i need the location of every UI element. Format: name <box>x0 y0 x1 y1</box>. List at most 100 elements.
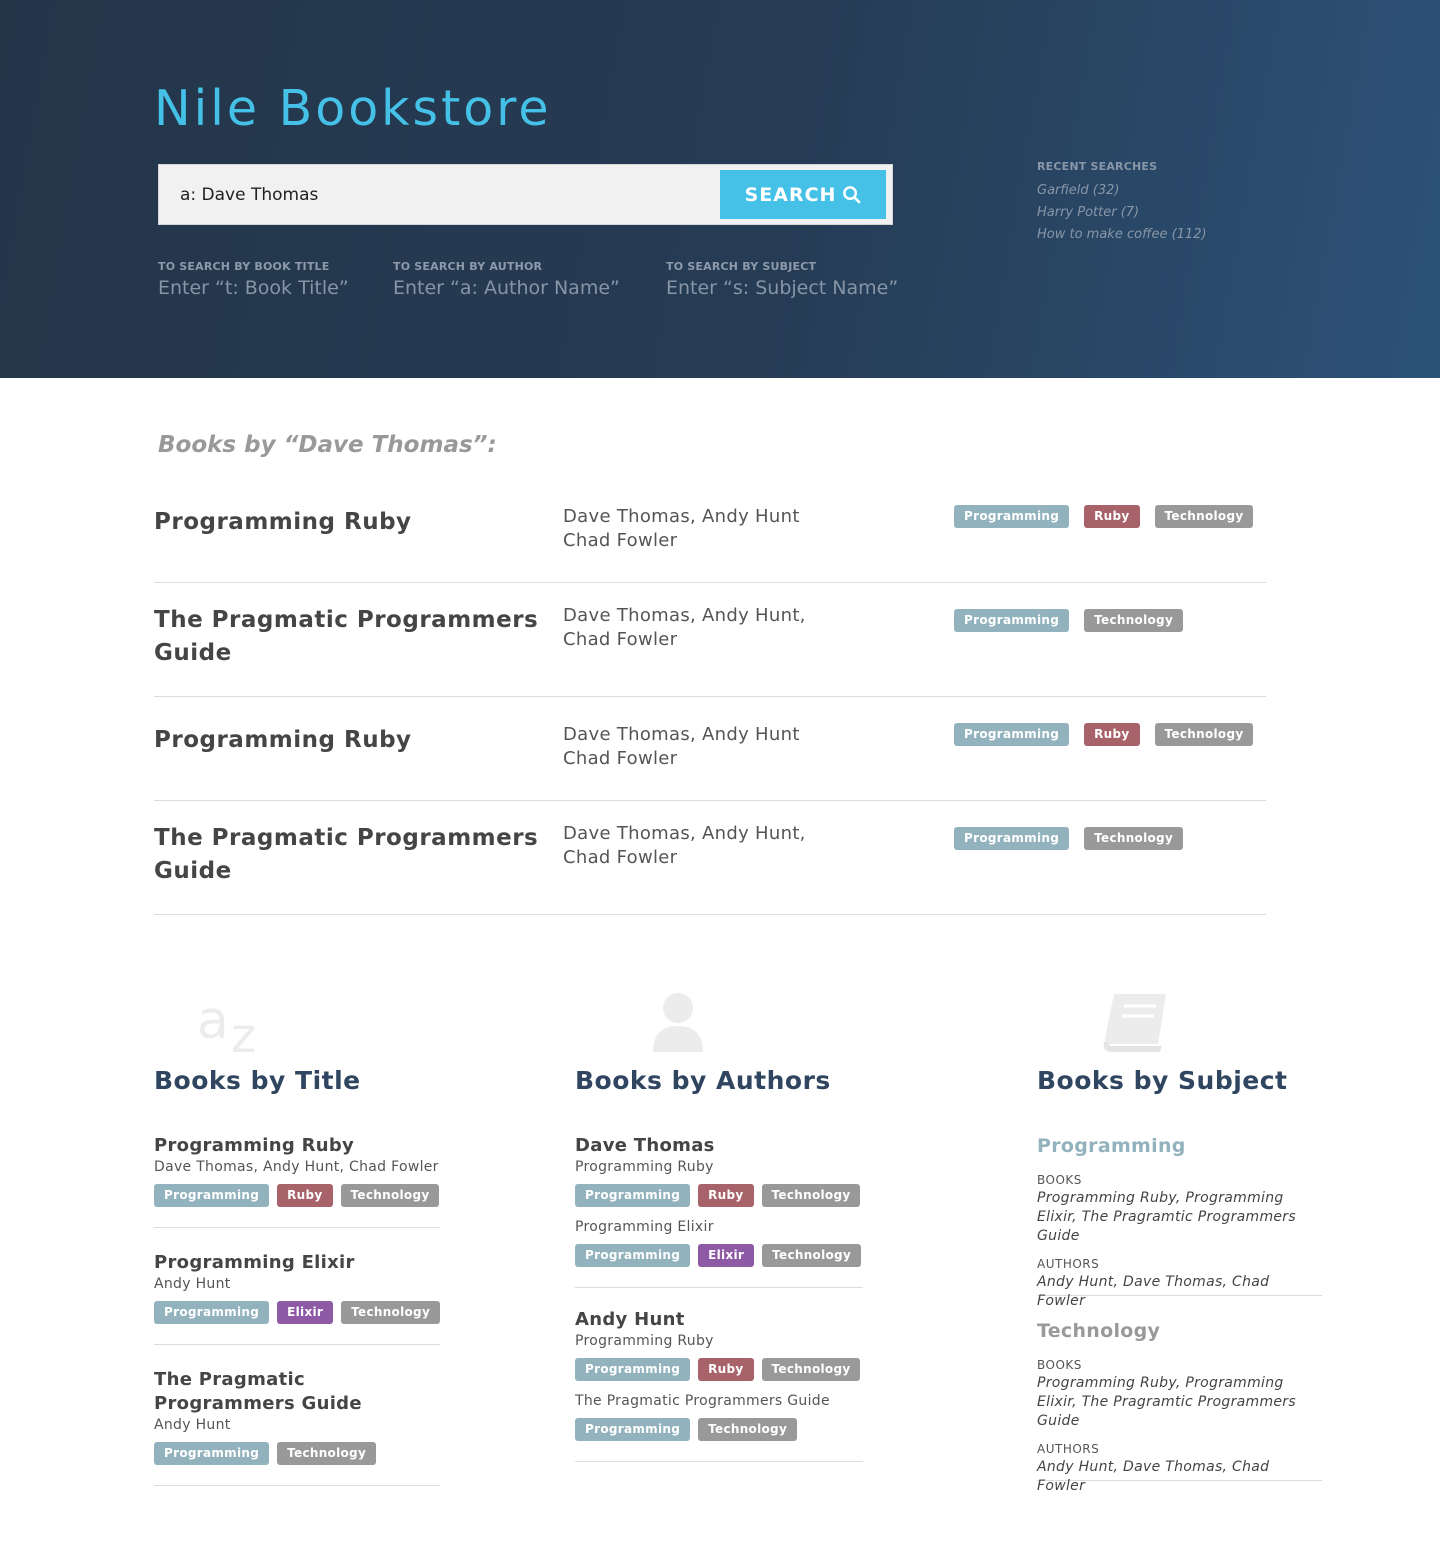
author-list-item[interactable]: Andy Hunt Programming Ruby Programming R… <box>575 1308 863 1462</box>
tag-ruby[interactable]: Ruby <box>698 1184 754 1207</box>
result-tags: Programming Technology <box>954 609 1184 632</box>
book-title[interactable]: Programming Ruby <box>154 1134 440 1158</box>
result-authors: Dave Thomas, Andy Hunt, Chad Fowler <box>563 822 863 870</box>
tag-programming[interactable]: Programming <box>575 1358 691 1381</box>
tag-programming[interactable]: Programming <box>154 1184 270 1207</box>
tag-technology[interactable]: Technology <box>1154 723 1254 746</box>
subject-title[interactable]: Technology <box>1037 1318 1322 1344</box>
user-icon <box>653 993 703 1052</box>
tag-technology[interactable]: Technology <box>761 1358 861 1381</box>
tag-programming[interactable]: Programming <box>954 609 1070 632</box>
hint-label: TO SEARCH BY AUTHOR <box>393 260 543 273</box>
recent-searches: RECENT SEARCHES Garfield (32) Harry Pott… <box>1037 160 1207 246</box>
result-row[interactable]: Programming Ruby Dave Thomas, Andy Hunt … <box>154 490 1266 583</box>
header: Nile Bookstore SEARCH TO SEARCH BY BOOK … <box>0 0 1440 378</box>
tag-programming[interactable]: Programming <box>954 827 1070 850</box>
subject-authors-label: AUTHORS <box>1037 1257 1100 1271</box>
tag-technology[interactable]: Technology <box>698 1418 798 1441</box>
subject-books: Programming Ruby, Programming Elixir, Th… <box>1037 1190 1296 1244</box>
tag-programming[interactable]: Programming <box>154 1301 270 1324</box>
tag-technology[interactable]: Technology <box>762 1244 862 1267</box>
title-list-item[interactable]: The Pragmatic Programmers Guide Andy Hun… <box>154 1368 440 1486</box>
book-tags: Programming Ruby Technology <box>575 1358 863 1381</box>
author-book-title[interactable]: Programming Ruby <box>575 1158 863 1177</box>
hint-text: Enter “a: Author Name” <box>393 277 620 299</box>
tag-programming[interactable]: Programming <box>575 1418 691 1441</box>
hint-subject: TO SEARCH BY SUBJECT Enter “s: Subject N… <box>666 260 898 299</box>
tag-ruby[interactable]: Ruby <box>1084 723 1140 746</box>
books-by-title-heading: Books by Title <box>154 1066 361 1095</box>
az-icon: a z <box>197 994 256 1054</box>
book-tags: Programming Elixir Technology <box>575 1244 863 1267</box>
title-list-item[interactable]: Programming Ruby Dave Thomas, Andy Hunt,… <box>154 1134 440 1228</box>
result-title[interactable]: The Pragmatic Programmers Guide <box>154 822 544 888</box>
book-title[interactable]: Programming Elixir <box>154 1251 440 1275</box>
subject-block: Technology BOOKS Programming Ruby, Progr… <box>1037 1318 1322 1494</box>
hint-label: TO SEARCH BY SUBJECT <box>666 260 817 273</box>
books-by-subject-heading: Books by Subject <box>1037 1066 1288 1095</box>
tag-elixir[interactable]: Elixir <box>277 1301 334 1324</box>
tag-technology[interactable]: Technology <box>340 1184 440 1207</box>
tag-ruby[interactable]: Ruby <box>1084 505 1140 528</box>
tag-programming[interactable]: Programming <box>575 1184 691 1207</box>
book-authors: Dave Thomas, Andy Hunt, Chad Fowler <box>154 1159 439 1175</box>
tag-technology[interactable]: Technology <box>1084 827 1184 850</box>
authors-line: Dave Thomas, Andy Hunt <box>563 506 800 527</box>
tag-programming[interactable]: Programming <box>154 1442 270 1465</box>
result-row[interactable]: The Pragmatic Programmers Guide Dave Tho… <box>154 801 1266 915</box>
tag-technology[interactable]: Technology <box>277 1442 377 1465</box>
result-title[interactable]: Programming Ruby <box>154 724 544 757</box>
result-tags: Programming Ruby Technology <box>954 723 1254 746</box>
authors-line: Dave Thomas, Andy Hunt, <box>563 823 806 844</box>
book-tags: Programming Elixir Technology <box>154 1301 441 1324</box>
author-list-item[interactable]: Dave Thomas Programming Ruby Programming… <box>575 1134 863 1288</box>
search-icon <box>843 186 861 204</box>
tag-technology[interactable]: Technology <box>1084 609 1184 632</box>
result-title[interactable]: Programming Ruby <box>154 506 544 539</box>
tag-elixir[interactable]: Elixir <box>698 1244 755 1267</box>
title-list-item[interactable]: Programming Elixir Andy Hunt Programming… <box>154 1251 441 1345</box>
result-authors: Dave Thomas, Andy Hunt, Chad Fowler <box>563 604 863 652</box>
search-input[interactable] <box>159 165 719 224</box>
tag-ruby[interactable]: Ruby <box>698 1358 754 1381</box>
tag-ruby[interactable]: Ruby <box>277 1184 333 1207</box>
tag-technology[interactable]: Technology <box>341 1301 441 1324</box>
author-book-title[interactable]: Programming Ruby <box>575 1332 863 1351</box>
search-button-label: SEARCH <box>744 183 837 206</box>
search-button[interactable]: SEARCH <box>720 170 886 219</box>
site-logo[interactable]: Nile Bookstore <box>154 80 552 137</box>
subject-authors: Andy Hunt, Dave Thomas, Chad Fowler <box>1037 1274 1270 1309</box>
book-authors: Andy Hunt <box>154 1417 231 1433</box>
author-book-title[interactable]: Programming Elixir <box>575 1218 863 1237</box>
author-name[interactable]: Andy Hunt <box>575 1308 863 1332</box>
subject-books-label: BOOKS <box>1037 1173 1082 1187</box>
result-row[interactable]: Programming Ruby Dave Thomas, Andy Hunt … <box>154 697 1266 801</box>
author-name[interactable]: Dave Thomas <box>575 1134 863 1158</box>
subject-title[interactable]: Programming <box>1037 1133 1322 1159</box>
tag-programming[interactable]: Programming <box>954 505 1070 528</box>
svg-text:z: z <box>231 1008 256 1054</box>
authors-line: Dave Thomas, Andy Hunt, <box>563 605 806 626</box>
hint-label: TO SEARCH BY BOOK TITLE <box>158 260 330 273</box>
result-row[interactable]: The Pragmatic Programmers Guide Dave Tho… <box>154 583 1266 697</box>
book-tags: Programming Technology <box>575 1418 863 1441</box>
recent-search-link[interactable]: Harry Potter (7) <box>1037 202 1207 224</box>
authors-line: Chad Fowler <box>563 748 678 769</box>
result-authors: Dave Thomas, Andy Hunt Chad Fowler <box>563 723 863 771</box>
book-title[interactable]: The Pragmatic Programmers Guide <box>154 1368 440 1416</box>
subject-authors: Andy Hunt, Dave Thomas, Chad Fowler <box>1037 1459 1270 1494</box>
authors-line: Chad Fowler <box>563 530 678 551</box>
recent-search-link[interactable]: How to make coffee (112) <box>1037 224 1207 246</box>
recent-search-link[interactable]: Garfield (32) <box>1037 180 1207 202</box>
hint-text: Enter “t: Book Title” <box>158 277 349 299</box>
result-title[interactable]: The Pragmatic Programmers Guide <box>154 604 544 670</box>
result-tags: Programming Technology <box>954 827 1184 850</box>
hint-title: TO SEARCH BY BOOK TITLE Enter “t: Book T… <box>158 260 349 299</box>
tag-technology[interactable]: Technology <box>761 1184 861 1207</box>
tag-technology[interactable]: Technology <box>1154 505 1254 528</box>
tag-programming[interactable]: Programming <box>575 1244 691 1267</box>
tag-programming[interactable]: Programming <box>954 723 1070 746</box>
author-book-title[interactable]: The Pragmatic Programmers Guide <box>575 1392 863 1411</box>
subject-books: Programming Ruby, Programming Elixir, Th… <box>1037 1375 1296 1429</box>
recent-searches-label: RECENT SEARCHES <box>1037 160 1158 173</box>
